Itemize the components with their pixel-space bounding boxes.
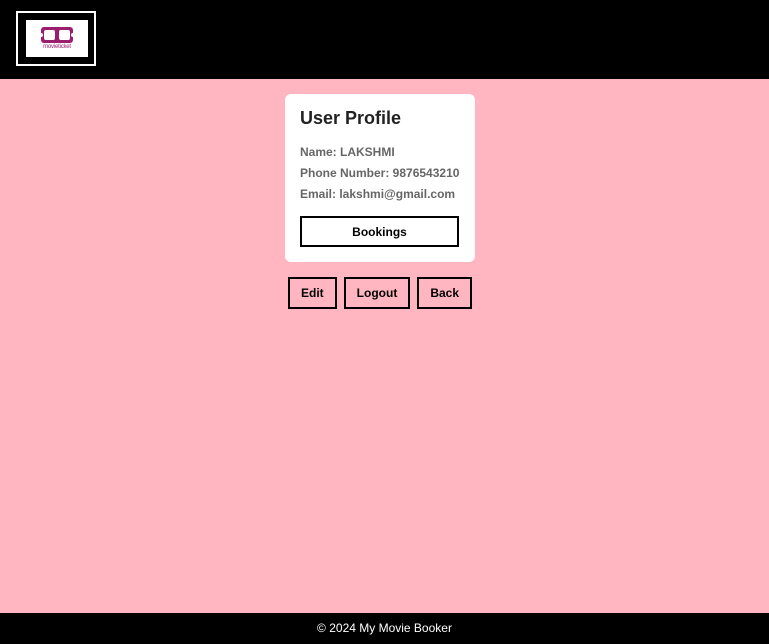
- profile-actions: Edit Logout Back: [288, 277, 473, 309]
- logo-text: movieticket: [43, 44, 71, 50]
- logout-button[interactable]: Logout: [343, 277, 411, 309]
- logo[interactable]: movieticket: [16, 11, 96, 66]
- edit-button[interactable]: Edit: [288, 277, 337, 309]
- footer-text: © 2024 My Movie Booker: [317, 621, 452, 635]
- user-profile-card: User Profile Name: LAKSHMI Phone Number:…: [285, 94, 475, 262]
- back-button[interactable]: Back: [417, 277, 473, 309]
- logo-inner: movieticket: [26, 20, 88, 57]
- profile-email: Email: lakshmi@gmail.com: [300, 187, 456, 201]
- profile-name: Name: LAKSHMI: [300, 145, 395, 159]
- header: movieticket: [0, 0, 769, 79]
- footer: © 2024 My Movie Booker: [0, 613, 769, 644]
- profile-phone: Phone Number: 9876543210: [300, 166, 460, 180]
- bookings-button[interactable]: Bookings: [300, 216, 459, 247]
- movie-ticket-logo-icon: [40, 27, 74, 43]
- profile-title: User Profile: [300, 108, 402, 128]
